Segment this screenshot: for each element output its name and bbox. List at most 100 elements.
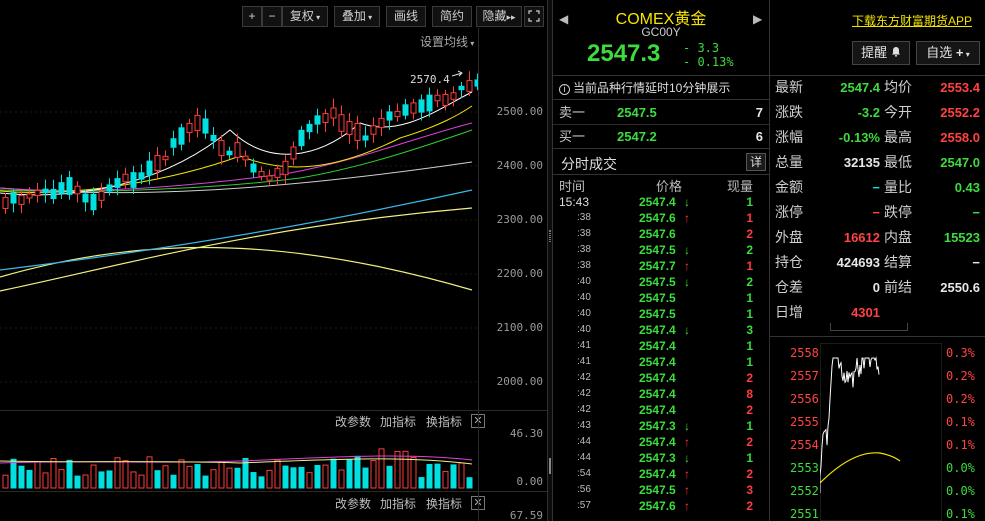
download-app-link[interactable]: 下载东方财富期货APP [852,12,972,29]
stat-row: 仓差 0 前结 2550.6 [770,275,985,300]
fuquan-button[interactable]: 复权 ▾ [282,6,328,27]
stat-row: 金额 − 量比 0.43 [770,175,985,200]
chevron-down-icon: ▾ [963,50,970,59]
stat-row: 日增 4301 [770,300,985,325]
diejia-button[interactable]: 叠加 ▾ [334,6,380,27]
tick-row: 15:43 2547.4 ↓ 1 [553,194,769,210]
swap-indicator-link[interactable]: 换指标 [426,413,462,430]
volume-bar [34,461,41,489]
stat-label: 外盘 [775,229,803,245]
mini-avg-line [820,452,901,484]
zoom-out-button[interactable]: − [262,6,282,27]
change-params-link[interactable]: 改参数 [335,413,371,430]
mini-price-tick: 2554 [790,438,819,452]
collapse-handle-icon[interactable] [549,458,551,474]
watchlist-button[interactable]: 自选 + ▾ [916,41,980,65]
candle-body [226,150,233,156]
stat-value: 2552.2 [940,105,980,120]
change-params-link[interactable]: 改参数 [335,495,371,512]
volume-bar [98,471,105,489]
volume-bar [330,458,337,489]
tick-time: :38 [577,228,591,239]
stats-panel: 下载东方财富期货APP 提醒 自选 + ▾ 最新 2547.4 均价 2553.4 涨跌… [769,0,985,521]
stat-label: 金额 [775,179,803,195]
huaxian-button[interactable]: 画线 [386,6,426,27]
stat-label: 涨跌 [775,104,803,120]
volume-bar [314,464,321,489]
instrument-code: GC00Y [641,25,681,39]
volume-bar [138,474,145,489]
candle-body [2,197,9,209]
tick-volume: 2 [746,467,753,481]
fullscreen-button[interactable] [524,6,544,27]
stat-value: − [972,255,980,270]
ticks-list[interactable]: 15:43 2547.4 ↓ 1:38 2547.6 ↑ 1:38 2547.6 2:38 254… [553,194,769,521]
swap-indicator-link[interactable]: 换指标 [426,495,462,512]
stat-label: 均价 [884,79,912,95]
mini-price-tick: 2552 [790,484,819,498]
y-tick-label: 2100.00 [496,321,543,334]
jianyue-button[interactable]: 简约 [432,6,472,27]
candle-body [18,195,25,205]
tick-volume: 1 [746,259,753,273]
volume-bar [154,470,161,489]
ma-line-yellow [0,246,473,291]
mini-frame [820,343,942,521]
alert-label: 提醒 [861,45,888,60]
tick-price: 2547.5 [639,307,676,321]
stat-row: 总量 32135 最低 2547.0 [770,150,985,175]
candle-body [466,80,473,92]
tick-time: 15:43 [559,195,590,209]
candle-body [170,138,177,148]
y-tick-label: 2200.00 [496,267,543,280]
mini-pct-axis: 0.3% 0.2% 0.2% 0.1% 0.1% 0.0% 0.0% 0.1% [942,343,985,521]
bell-icon [891,47,900,57]
stat-value: 2547.4 [840,80,880,95]
stat-row: 最新 2547.4 均价 2553.4 [770,75,985,100]
candle-body [34,189,41,197]
stat-value: 4301 [851,305,880,320]
candle-body [234,142,241,158]
zoom-in-button[interactable]: + [242,6,262,27]
watchlist-label: 自选 [926,45,953,60]
tick-row: :38 2547.7 ↑ 1 [553,258,769,274]
stat-row: 涨停 − 跌停 − [770,200,985,225]
order-book-buy1: 买一 2547.2 6 [553,125,769,149]
candle-body [458,85,465,91]
tick-volume: 1 [746,195,753,209]
tick-volume: 1 [746,211,753,225]
volume-bar [274,459,281,489]
arrow-up-icon: ↑ [684,259,690,273]
tick-row: :54 2547.4 ↑ 2 [553,466,769,482]
alert-button[interactable]: 提醒 [852,41,910,65]
add-indicator-link[interactable]: 加指标 [380,413,416,430]
tick-volume: 2 [746,403,753,417]
volume-bar [218,460,225,489]
tick-time: :56 [577,484,591,495]
volume-chart[interactable] [0,430,478,490]
candle-body [394,110,401,118]
candle-body [370,125,377,135]
candlestick-chart[interactable] [0,28,478,408]
stats-scroll-tab[interactable] [830,323,908,331]
tick-price: 2547.6 [639,211,676,225]
tick-row: :42 2547.4 2 [553,370,769,386]
kline-chart-panel[interactable]: + − 复权 ▾ 叠加 ▾ 画线 简约 隐藏▸▸ 设置均线 ▾ 2570.4 改… [0,0,547,521]
volume-bar [122,460,129,489]
mini-price-tick: 2551 [790,507,819,521]
ticks-detail-button[interactable]: 详 [746,153,766,171]
tick-time: :38 [577,260,591,271]
stat-label: 最低 [884,154,912,170]
stat-label: 最高 [884,129,912,145]
tick-price: 2547.4 [639,195,676,209]
intraday-mini-chart[interactable] [820,343,942,521]
tick-time: :38 [577,244,591,255]
candle-body [194,114,201,132]
yincang-button[interactable]: 隐藏▸▸ [476,6,522,27]
volume-bar [90,464,97,489]
volume-bar [402,450,409,489]
add-indicator-link[interactable]: 加指标 [380,495,416,512]
volume-bar [178,459,185,489]
double-chevron-right-icon: ▸▸ [506,12,516,22]
candle-body [338,114,345,132]
